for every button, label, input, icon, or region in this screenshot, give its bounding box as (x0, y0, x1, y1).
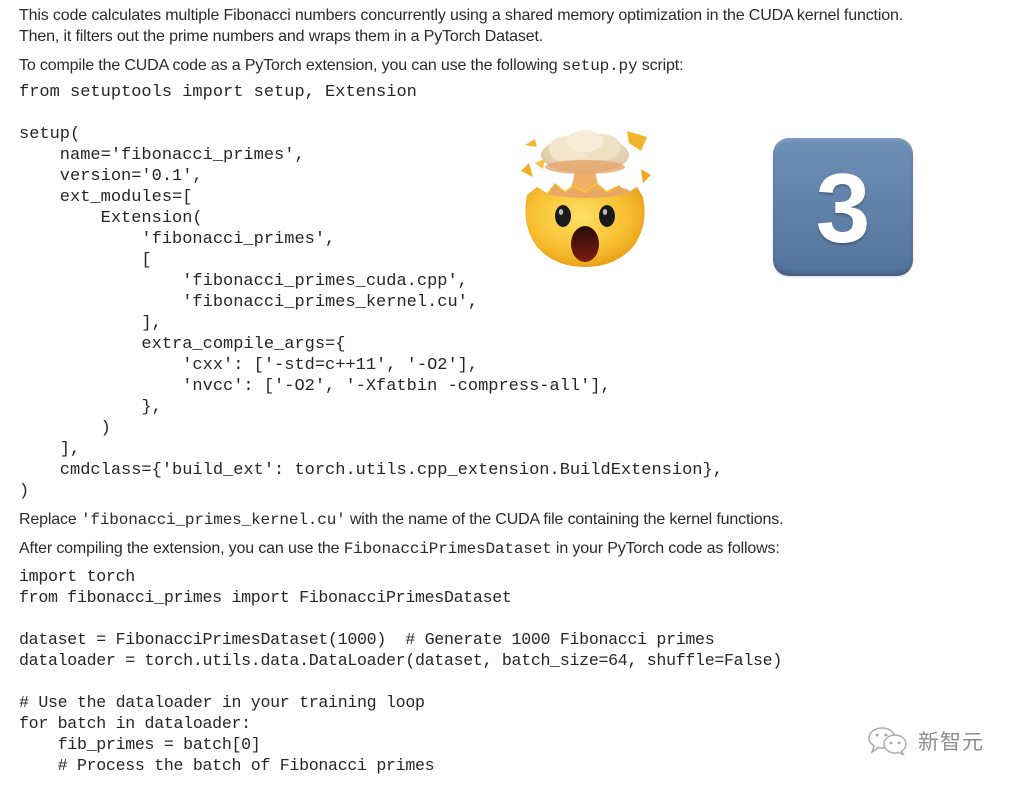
intro-line-1: This code calculates multiple Fibonacci … (19, 7, 904, 24)
code-line: }, (19, 398, 162, 417)
code-line: 'fibonacci_primes_cuda.cpp', (19, 272, 468, 291)
code-line: from fibonacci_primes import FibonacciPr… (19, 588, 512, 607)
code-line: ], (19, 314, 162, 333)
code-line: for batch in dataloader: (19, 714, 251, 733)
code-line: # Use the dataloader in your training lo… (19, 693, 425, 712)
code-line: import torch (19, 567, 135, 586)
keycap-digit: 3 (815, 153, 871, 263)
watermark-text: 新智元 (918, 730, 984, 754)
code-line: ) (19, 482, 30, 501)
code-line: dataset = FibonacciPrimesDataset(1000) #… (19, 630, 715, 649)
code-line: cmdclass={'build_ext': torch.utils.cpp_e… (19, 461, 723, 480)
after-text-post: in your PyTorch code as follows: (551, 540, 780, 557)
intro-line-2: Then, it filters out the prime numbers a… (19, 28, 544, 45)
dataset-class-name: FibonacciPrimesDataset (343, 540, 552, 558)
setup-import-line: from setuptools import setup, Extension (19, 82, 417, 103)
replace-text-pre: Replace (19, 511, 81, 528)
code-line: extra_compile_args={ (19, 335, 346, 354)
replace-note: Replace 'fibonacci_primes_kernel.cu' wit… (19, 509, 784, 531)
compile-text-post: script: (637, 57, 684, 74)
keycap-3-icon: 3 (773, 138, 913, 276)
usage-code-block: import torch from fibonacci_primes import… (19, 566, 782, 776)
code-line: dataloader = torch.utils.data.DataLoader… (19, 651, 782, 670)
compile-text-pre: To compile the CUDA code as a PyTorch ex… (19, 57, 562, 74)
code-line: 'nvcc': ['-O2', '-Xfatbin -compress-all'… (19, 377, 611, 396)
wechat-icon (868, 727, 907, 756)
compile-instruction: To compile the CUDA code as a PyTorch ex… (19, 55, 684, 77)
code-line: # Process the batch of Fibonacci primes (19, 756, 435, 775)
replace-text-post: with the name of the CUDA file containin… (345, 511, 784, 528)
after-text-pre: After compiling the extension, you can u… (19, 540, 344, 557)
exploding-head-icon (521, 130, 651, 267)
watermark: 新智元 (866, 726, 984, 756)
after-note: After compiling the extension, you can u… (19, 538, 780, 560)
code-line: fib_primes = batch[0] (19, 735, 261, 754)
code-line: 'fibonacci_primes_kernel.cu', (19, 293, 479, 312)
code-line: from setuptools import setup, Extension (19, 83, 417, 102)
code-line: ], (19, 440, 81, 459)
code-line: 'cxx': ['-std=c++11', '-O2'], (19, 356, 479, 375)
code-line: ) (19, 419, 111, 438)
kernel-filename: 'fibonacci_primes_kernel.cu' (80, 511, 346, 529)
setup-py-filename: setup.py (561, 57, 638, 75)
